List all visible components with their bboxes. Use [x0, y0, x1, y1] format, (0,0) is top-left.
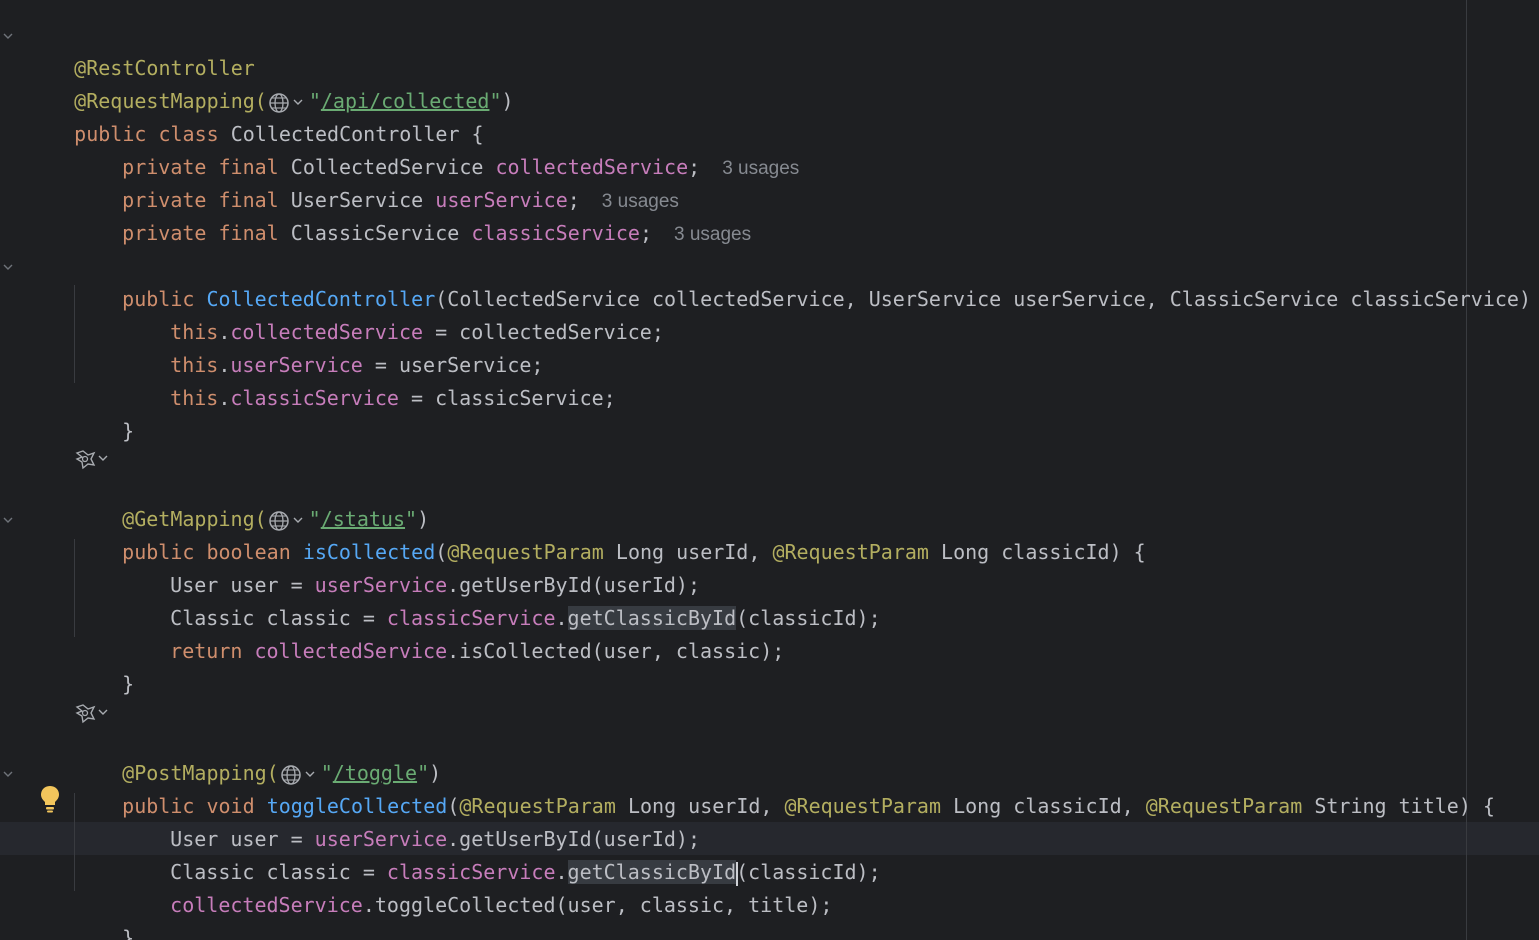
- chevron-down-icon[interactable]: [2, 514, 14, 526]
- code-line-3[interactable]: public class CollectedController {: [26, 85, 483, 146]
- endpoint-gutter-icon[interactable]: [74, 447, 114, 471]
- annotation: @RequestParam: [784, 794, 942, 818]
- code-line-18[interactable]: return collectedService.isCollected(user…: [122, 602, 784, 663]
- code-line-15[interactable]: public boolean isCollected(@RequestParam…: [74, 503, 1146, 564]
- semicolon: ;: [639, 221, 653, 245]
- parameter: String title) {: [1302, 794, 1495, 818]
- parameter: Long classicId,: [941, 794, 1146, 818]
- semicolon: ;: [688, 155, 701, 179]
- code-line-10[interactable]: this.userService = userService;: [122, 316, 543, 377]
- code-line-27[interactable]: }: [26, 922, 86, 940]
- type-name: ClassicService: [278, 221, 472, 245]
- field-name: collectedService: [254, 639, 448, 663]
- code-line-24[interactable]: Classic classic = classicService.getClas…: [122, 823, 881, 886]
- parameter: Long classicId) {: [928, 540, 1146, 564]
- closing-brace: }: [122, 926, 135, 940]
- annotation: @RequestParam: [1145, 794, 1303, 818]
- code-line-23[interactable]: User user = userService.getUserById(user…: [122, 790, 700, 851]
- code-line-1[interactable]: @RestController: [26, 19, 255, 80]
- code-line-21[interactable]: @PostMapping("/toggle"): [74, 724, 441, 785]
- usages-hint[interactable]: 3 usages: [674, 224, 751, 245]
- code-line-2[interactable]: @RequestMapping("/api/collected"): [26, 52, 513, 113]
- closing-brace: }: [122, 419, 135, 443]
- code-line-11[interactable]: this.classicService = classicService;: [122, 349, 616, 410]
- annotation: @RequestParam: [772, 540, 929, 564]
- keyword: return: [170, 639, 243, 663]
- code-line-26[interactable]: }: [74, 889, 134, 940]
- code-line-8[interactable]: public CollectedController(CollectedServ…: [74, 250, 1539, 311]
- dot: .: [218, 386, 231, 410]
- code-line-16[interactable]: User user = userService.getUserById(user…: [122, 536, 700, 597]
- code-line-9[interactable]: this.collectedService = collectedService…: [122, 283, 664, 344]
- code-line-5[interactable]: private final UserService userService; 3 …: [74, 151, 679, 212]
- code-line-6[interactable]: private final ClassicService classicServ…: [74, 184, 751, 245]
- code-line-14[interactable]: @GetMapping("/status"): [74, 470, 429, 531]
- code-line-22[interactable]: public void toggleCollected(@RequestPara…: [74, 757, 1495, 818]
- keyword: this: [170, 386, 219, 410]
- code-line-12[interactable]: }: [74, 382, 134, 443]
- method-call: .toggleCollected(user, classic, title);: [362, 893, 833, 917]
- endpoint-gutter-icon[interactable]: [74, 701, 114, 725]
- keyword: final: [218, 221, 279, 245]
- usages-hint[interactable]: 3 usages: [722, 158, 799, 179]
- method-call: .isCollected(user, classic);: [447, 639, 785, 663]
- chevron-down-icon[interactable]: [2, 768, 14, 780]
- string-quote: ": [489, 89, 502, 113]
- closing-brace: }: [122, 672, 135, 696]
- code-editor[interactable]: @RestController @RequestMapping("/api/co…: [0, 0, 1539, 940]
- code-line-19[interactable]: }: [74, 635, 134, 696]
- field-name: collectedService: [170, 893, 363, 917]
- code-line-17[interactable]: Classic classic = classicService.getClas…: [122, 569, 881, 630]
- lightbulb-icon[interactable]: [38, 784, 62, 814]
- field-name: classicService: [471, 221, 640, 245]
- chevron-down-icon[interactable]: [2, 30, 14, 42]
- assignment: = classicService;: [398, 386, 616, 410]
- paren: ): [501, 89, 514, 113]
- code-line-25[interactable]: collectedService.toggleCollected(user, c…: [122, 856, 832, 917]
- field-name: classicService: [230, 386, 399, 410]
- keyword: private: [122, 221, 207, 245]
- code-line-4[interactable]: private final CollectedService collected…: [74, 118, 799, 179]
- chevron-down-icon[interactable]: [2, 261, 14, 273]
